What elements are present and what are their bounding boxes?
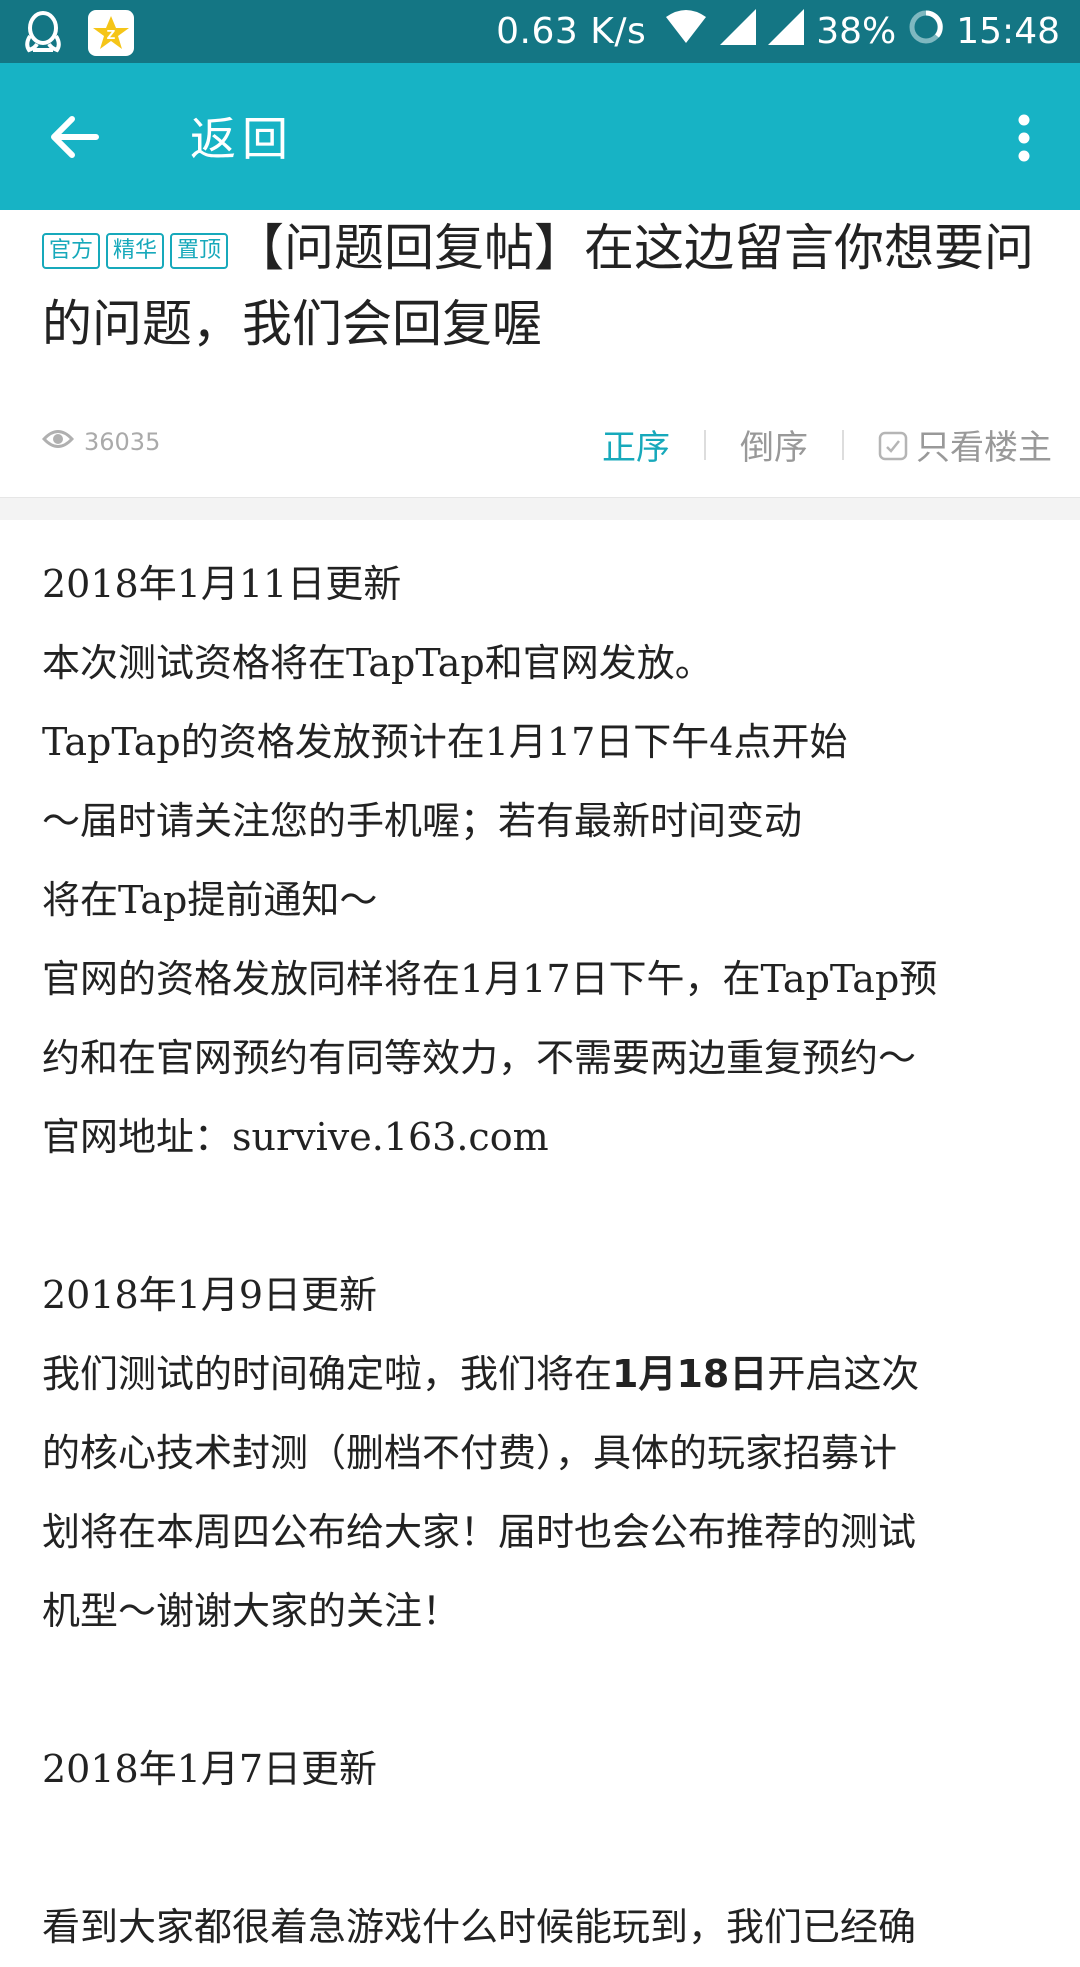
update-date: 2018年1月11日更新 — [42, 562, 402, 606]
body-line: ～届时请关注您的手机喔；若有最新时间变动 — [42, 799, 803, 843]
body-line: 约和在官网预约有同等效力，不需要两边重复预约～ — [42, 1036, 917, 1080]
update-date: 2018年1月9日更新 — [42, 1273, 378, 1317]
signal-icon-2 — [768, 9, 805, 54]
wifi-icon — [664, 9, 708, 54]
sort-ascending-button[interactable]: 正序 — [602, 420, 670, 469]
body-line: 划将在本周四公布给大家！届时也会公布推荐的测试 — [42, 1510, 917, 1554]
body-line: 官网的资格发放同样将在1月17日下午，在TapTap预 — [42, 957, 938, 1001]
post-meta: 36035 正序 倒序 只看楼主 — [41, 420, 1052, 469]
notification-icons: Z — [18, 8, 134, 58]
svg-text:Z: Z — [107, 28, 116, 42]
view-count-value: 36035 — [84, 428, 161, 456]
body-line: 的核心技术封测（删档不付费），具体的玩家招募计 — [42, 1431, 898, 1475]
eye-icon — [41, 426, 75, 458]
body-line: 我们测试的时间确定啦，我们将在1月18日开启这次 — [42, 1335, 1052, 1414]
sort-descending-button[interactable]: 倒序 — [740, 420, 808, 469]
network-speed: 0.63 K/s — [496, 11, 647, 52]
sort-options: 正序 倒序 只看楼主 — [602, 420, 1052, 469]
back-arrow-icon[interactable] — [46, 109, 102, 165]
back-label[interactable]: 返回 — [190, 103, 294, 169]
section-divider — [0, 497, 1080, 520]
qzone-star-icon: Z — [88, 10, 134, 56]
body-text: 开启这次 — [767, 1352, 920, 1396]
body-text: 我们测试的时间确定啦，我们将在 — [42, 1352, 613, 1396]
tag-official: 官方 — [42, 233, 101, 269]
view-count: 36035 — [41, 426, 161, 458]
update-date: 2018年1月7日更新 — [42, 1747, 378, 1791]
body-line: 将在Tap提前通知～ — [42, 878, 378, 922]
app-header: 返回 — [0, 63, 1080, 210]
divider — [842, 429, 844, 460]
status-bar: Z 0.63 K/s 38% 15:48 — [0, 0, 1080, 63]
system-status: 0.63 K/s 38% 15:48 — [496, 0, 1060, 63]
highlighted-date: 1月18日 — [612, 1352, 768, 1396]
tag-pinned: 置顶 — [170, 233, 229, 269]
only-op-filter[interactable]: 只看楼主 — [916, 420, 1052, 469]
battery-ring-icon — [908, 9, 944, 54]
checkbox-icon[interactable] — [878, 430, 908, 460]
signal-icon — [720, 9, 757, 54]
post-title: 官方 精华 置顶 【问题回复帖】在这边留言你想要问的问题，我们会回复喔 — [42, 210, 1052, 362]
divider — [704, 429, 706, 460]
website-link[interactable]: 官网地址：survive.163.com — [42, 1098, 1052, 1177]
body-line: TapTap的资格发放预计在1月17日下午4点开始 — [42, 720, 848, 764]
body-line: 本次测试资格将在TapTap和官网发放。 — [42, 641, 713, 685]
more-options-icon[interactable] — [1012, 103, 1036, 173]
tag-featured: 精华 — [106, 233, 165, 269]
body-line: 看到大家都很着急游戏什么时候能玩到，我们已经确 — [42, 1905, 917, 1949]
battery-level: 38% — [816, 11, 897, 52]
body-line: 机型～谢谢大家的关注！ — [42, 1589, 461, 1633]
clock: 15:48 — [956, 11, 1060, 52]
qq-penguin-icon — [18, 8, 68, 58]
post-body: 2018年1月11日更新 本次测试资格将在TapTap和官网发放。 TapTap… — [42, 545, 1052, 1967]
